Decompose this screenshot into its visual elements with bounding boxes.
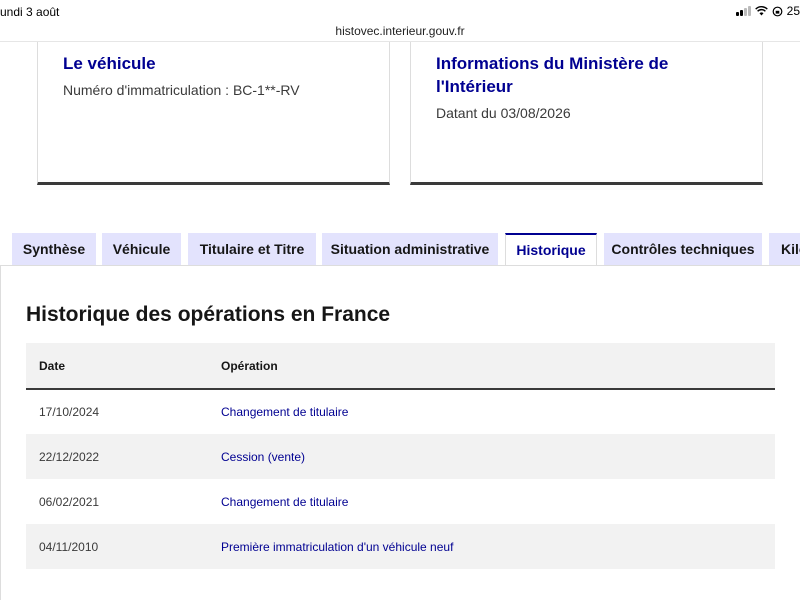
vehicle-card-title: Le véhicule — [63, 54, 156, 73]
table-row: 06/02/2021 Changement de titulaire — [26, 479, 775, 524]
column-header-operation: Opération — [221, 358, 278, 373]
table-row: 22/12/2022 Cession (vente) — [26, 434, 775, 479]
ministry-info-title: Informations du Ministère de l'Intérieur — [436, 54, 669, 96]
history-panel: Historique des opérations en France Date… — [0, 266, 800, 600]
status-time: undi 3 août — [0, 5, 60, 19]
row-date: 17/10/2024 — [39, 405, 100, 419]
tab-situation-administrative[interactable]: Situation administrative — [322, 233, 498, 265]
registration-number: Numéro d'immatriculation : BC-1**-RV — [63, 82, 300, 98]
row-date: 04/11/2010 — [39, 539, 99, 554]
tab-bar: Synthèse Véhicule Titulaire et Titre Sit… — [0, 233, 800, 266]
table-header-row: Date Opération — [26, 343, 775, 389]
orientation-lock-icon — [772, 6, 783, 16]
history-title: Historique des opérations en France — [26, 303, 391, 326]
row-date: 06/02/2021 — [39, 494, 100, 509]
table-row: 04/11/2010 Première immatriculation d'un… — [26, 524, 775, 569]
status-bar: undi 3 août 25 — [0, 0, 800, 22]
tab-kilometrage[interactable]: Kilo — [769, 233, 800, 265]
address-bar[interactable]: histovec.interieur.gouv.fr — [0, 22, 800, 42]
tab-titulaire-et-titre[interactable]: Titulaire et Titre — [188, 233, 316, 265]
tab-synthese[interactable]: Synthèse — [12, 233, 96, 265]
ministry-info-card: Informations du Ministère de l'Intérieur… — [410, 42, 763, 185]
row-date: 22/12/2022 — [39, 449, 100, 464]
column-header-date: Date — [39, 358, 66, 373]
ministry-info-date: Datant du 03/08/2026 — [436, 105, 571, 121]
row-operation: Cession (vente) — [221, 449, 306, 464]
tab-vehicule[interactable]: Véhicule — [102, 233, 181, 265]
row-operation: Changement de titulaire — [221, 405, 349, 419]
tab-historique[interactable]: Historique — [505, 233, 597, 266]
vehicle-card: Le véhicule Numéro d'immatriculation : B… — [37, 42, 390, 185]
table-row: 17/10/2024 Changement de titulaire — [26, 389, 775, 434]
status-icons: 25 — [735, 4, 800, 18]
tab-controles-techniques[interactable]: Contrôles techniques — [604, 233, 762, 265]
row-operation: Changement de titulaire — [221, 494, 349, 509]
url-text[interactable]: histovec.interieur.gouv.fr — [335, 24, 464, 38]
row-operation: Première immatriculation d'un véhicule n… — [221, 539, 454, 554]
signal-icon — [735, 6, 751, 16]
history-table: Date Opération 17/10/2024 Changement de … — [26, 343, 775, 569]
battery-level: 25 — [786, 4, 800, 18]
wifi-icon — [754, 6, 768, 16]
